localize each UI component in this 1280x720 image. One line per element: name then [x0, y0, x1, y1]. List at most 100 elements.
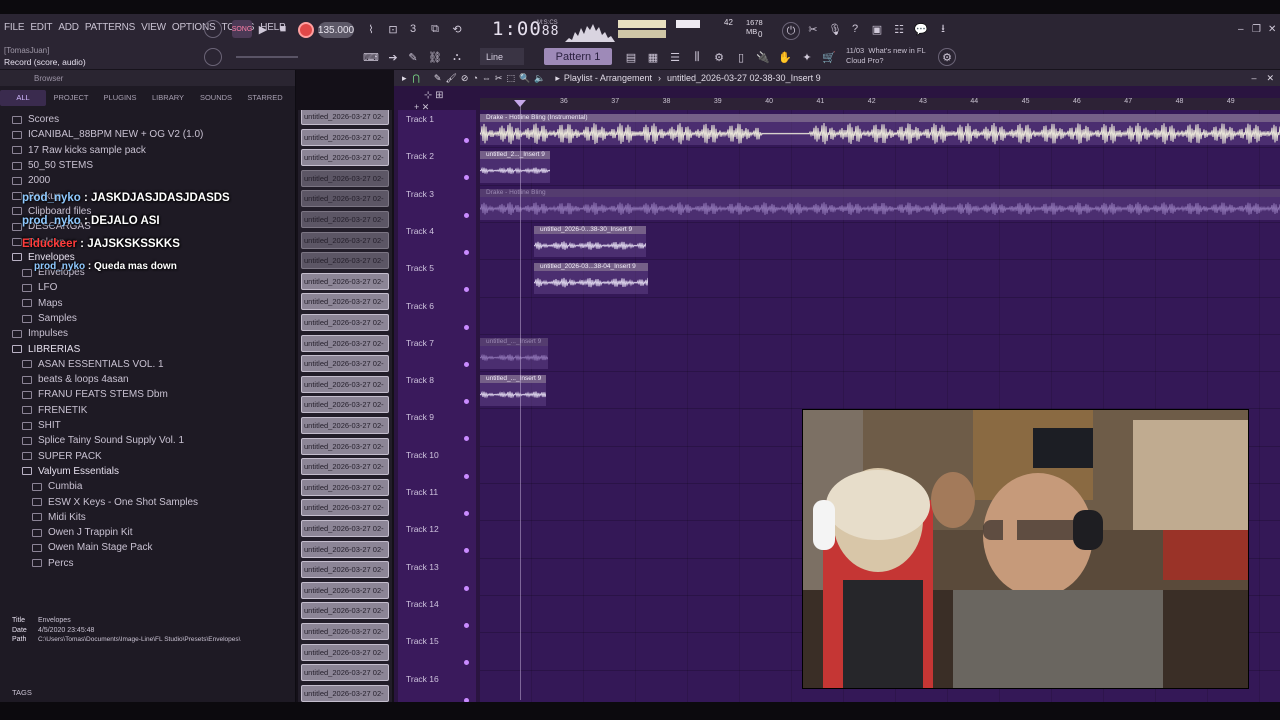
- track-enable-led[interactable]: [464, 473, 469, 479]
- touch-icon[interactable]: ✋: [776, 48, 794, 66]
- track-label[interactable]: Track 9: [406, 412, 434, 422]
- picker-clip[interactable]: untitled_2026-03-27 02-: [301, 581, 389, 599]
- track-enable-led[interactable]: [464, 361, 469, 367]
- browser-item[interactable]: 50_50 STEMS: [0, 158, 292, 173]
- tempo-display[interactable]: 135.000: [318, 22, 354, 38]
- plugin-picker-icon[interactable]: ✦: [798, 48, 816, 66]
- tab-library[interactable]: LIBRARY: [144, 90, 192, 106]
- picker-clip[interactable]: untitled_2026-03-27 02-: [301, 458, 389, 476]
- picker-clip[interactable]: untitled_2026-03-27 02-: [301, 110, 389, 125]
- browser-item[interactable]: FRENETIK: [0, 403, 292, 418]
- picker-clip[interactable]: untitled_2026-03-27 02-: [301, 417, 389, 434]
- browser-item[interactable]: LIBRERIAS: [0, 341, 292, 356]
- step-edit-icon[interactable]: ⧉: [426, 20, 444, 38]
- tab-all[interactable]: ALL: [0, 90, 46, 106]
- browser-item[interactable]: Cumbia: [0, 479, 292, 494]
- plug-icon[interactable]: 🔌: [754, 48, 772, 66]
- track-enable-led[interactable]: [464, 660, 469, 666]
- audio-clip[interactable]: untitled_2..._Insert 9: [480, 151, 550, 183]
- track-label[interactable]: Track 16: [406, 674, 439, 684]
- download-icon[interactable]: ⭳: [934, 20, 952, 38]
- browser-item[interactable]: Midi Kits: [0, 510, 292, 525]
- menu-view[interactable]: VIEW: [141, 22, 166, 33]
- track-label[interactable]: Track 4: [406, 226, 434, 236]
- loop-record-icon[interactable]: ⟲: [448, 20, 466, 38]
- audio-clip[interactable]: untitled_..._Insert 9: [480, 375, 546, 407]
- playlist-arrow-icon[interactable]: ▸: [402, 73, 407, 84]
- picker-clip[interactable]: untitled_2026-03-27 02-: [301, 128, 389, 146]
- magnet-icon[interactable]: ⋂: [413, 73, 420, 84]
- picker-clip[interactable]: untitled_2026-03-27 02-: [301, 561, 389, 579]
- restore-icon[interactable]: ❐: [1252, 24, 1261, 35]
- audio-clip[interactable]: untitled_2026-03...38-04_Insert 9: [534, 263, 648, 295]
- audio-clip[interactable]: untitled_..._Insert 9: [480, 337, 548, 370]
- mixer-view-icon[interactable]: ⫼: [688, 48, 706, 66]
- track-label[interactable]: Track 2: [406, 151, 434, 161]
- picker-clip[interactable]: untitled_2026-03-27 02-: [301, 375, 389, 393]
- countdown-icon[interactable]: 3: [404, 20, 422, 38]
- browser-item[interactable]: Owen J Trappin Kit: [0, 525, 292, 540]
- browser-item[interactable]: Samples: [0, 311, 292, 326]
- keyboard-icon[interactable]: ⌨: [362, 48, 380, 66]
- slip-tool-icon[interactable]: ⇔: [482, 73, 491, 83]
- track-enable-led[interactable]: [464, 212, 469, 218]
- picker-clip[interactable]: untitled_2026-03-27 02-: [301, 169, 389, 187]
- track-label[interactable]: Track 11: [406, 487, 438, 497]
- picker-clip[interactable]: untitled_2026-03-27 02-: [301, 293, 389, 311]
- picker-clip[interactable]: untitled_2026-03-27 02-: [301, 643, 389, 661]
- browser-item[interactable]: 17 Raw kicks sample pack: [0, 143, 292, 158]
- browser-item[interactable]: Scores: [0, 112, 292, 127]
- plugin-icon[interactable]: ⚙: [710, 48, 728, 66]
- paint-tool-icon[interactable]: 🖌: [445, 73, 456, 84]
- chat-icon[interactable]: 💬: [912, 20, 930, 38]
- microphone-icon[interactable]: 🎙: [826, 20, 844, 38]
- track-label[interactable]: Track 13: [406, 562, 439, 572]
- track-enable-led[interactable]: [464, 138, 469, 143]
- browser-item[interactable]: FRANU FEATS STEMS Dbm: [0, 387, 292, 402]
- track-enable-led[interactable]: [464, 548, 469, 554]
- track-label[interactable]: Track 5: [406, 263, 434, 273]
- power-icon[interactable]: ⏻: [782, 22, 800, 40]
- picker-clip[interactable]: untitled_2026-03-27 02-: [301, 478, 389, 496]
- master-pitch-knob-icon[interactable]: [204, 20, 222, 38]
- track-label[interactable]: Track 7: [406, 338, 434, 348]
- track-label[interactable]: Track 12: [406, 524, 439, 534]
- delete-tool-icon[interactable]: ⊘: [461, 73, 469, 84]
- menu-edit[interactable]: EDIT: [30, 22, 52, 33]
- track-enable-led[interactable]: [464, 436, 469, 442]
- tab-starred[interactable]: STARRED: [240, 90, 290, 106]
- playlist-close-icon[interactable]: ✕: [1266, 73, 1274, 84]
- mute-tool-icon[interactable]: ◔: [472, 73, 477, 83]
- tab-project[interactable]: PROJECT: [46, 90, 96, 106]
- master-volume-knob-icon[interactable]: [204, 48, 222, 66]
- browser-item[interactable]: Percs: [0, 556, 292, 571]
- metronome-icon[interactable]: ⌇: [362, 20, 380, 38]
- picker-clip[interactable]: untitled_2026-03-27 02-: [301, 231, 389, 249]
- picker-clip[interactable]: untitled_2026-03-27 02-: [301, 252, 389, 270]
- track-label[interactable]: Track 15: [406, 636, 439, 646]
- tags-label[interactable]: TAGS: [12, 688, 32, 697]
- track-label[interactable]: Track 8: [406, 375, 434, 385]
- playback-tool-icon[interactable]: 🔈: [534, 73, 545, 84]
- minimize-icon[interactable]: –: [1238, 24, 1244, 35]
- tools-icon[interactable]: ✂: [804, 20, 822, 38]
- picker-clip[interactable]: untitled_2026-03-27 02-: [301, 623, 389, 640]
- audio-clip[interactable]: untitled_2026-0...38-30_Insert 9: [534, 225, 646, 258]
- project-icon[interactable]: ▯: [732, 48, 750, 66]
- arrow-icon[interactable]: ➔: [384, 48, 402, 66]
- picker-clip[interactable]: untitled_2026-03-27 02-: [301, 314, 389, 331]
- track-enable-led[interactable]: [464, 175, 469, 181]
- close-icon[interactable]: ✕: [1268, 24, 1276, 35]
- playhead-marker[interactable]: [514, 100, 526, 107]
- track-enable-led[interactable]: [464, 622, 469, 628]
- track-label[interactable]: Track 3: [406, 189, 434, 199]
- news-panel[interactable]: 11/03 What's new in FL Cloud Pro?: [846, 46, 926, 66]
- browser-item[interactable]: Valyum Essentials: [0, 464, 292, 479]
- news-gear-icon[interactable]: ⚙: [938, 48, 956, 66]
- zoom-tool-icon[interactable]: 🔍: [519, 73, 530, 84]
- track-label[interactable]: Track 1: [406, 114, 434, 124]
- stop-button[interactable]: ■: [274, 20, 292, 38]
- track-snap-icon[interactable]: ⊹ ⊞: [424, 90, 444, 101]
- record-button[interactable]: [298, 22, 314, 38]
- song-mode-icon[interactable]: SONG: [232, 20, 252, 38]
